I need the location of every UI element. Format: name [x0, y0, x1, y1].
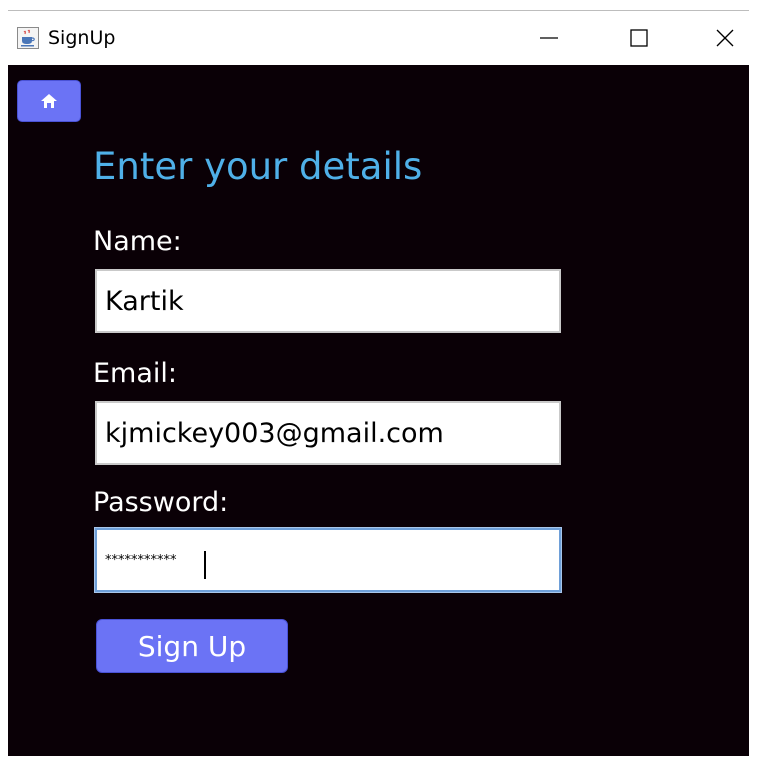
maximize-icon — [630, 29, 648, 47]
close-icon — [716, 29, 734, 47]
home-icon — [41, 94, 57, 108]
sign-up-button[interactable]: Sign Up — [96, 619, 288, 673]
maximize-button[interactable] — [599, 11, 679, 65]
email-field[interactable] — [95, 401, 561, 465]
page-title: Enter your details — [93, 145, 423, 188]
close-button[interactable] — [685, 11, 757, 65]
name-field[interactable] — [95, 269, 561, 333]
java-cup-icon — [17, 27, 39, 49]
form-panel: Enter your details Name: Email: Password… — [8, 65, 749, 756]
email-label: Email: — [93, 358, 178, 389]
signup-window: SignUp Enter your details Name: Kartik E… — [8, 10, 749, 756]
text-caret — [204, 551, 206, 579]
minimize-button[interactable] — [509, 11, 589, 65]
minimize-icon — [540, 37, 558, 39]
window-title: SignUp — [48, 27, 116, 49]
name-label: Name: — [93, 226, 182, 257]
password-field[interactable] — [95, 528, 561, 592]
home-button[interactable] — [17, 80, 81, 122]
password-label: Password: — [93, 487, 229, 518]
title-bar[interactable]: SignUp — [8, 11, 749, 65]
